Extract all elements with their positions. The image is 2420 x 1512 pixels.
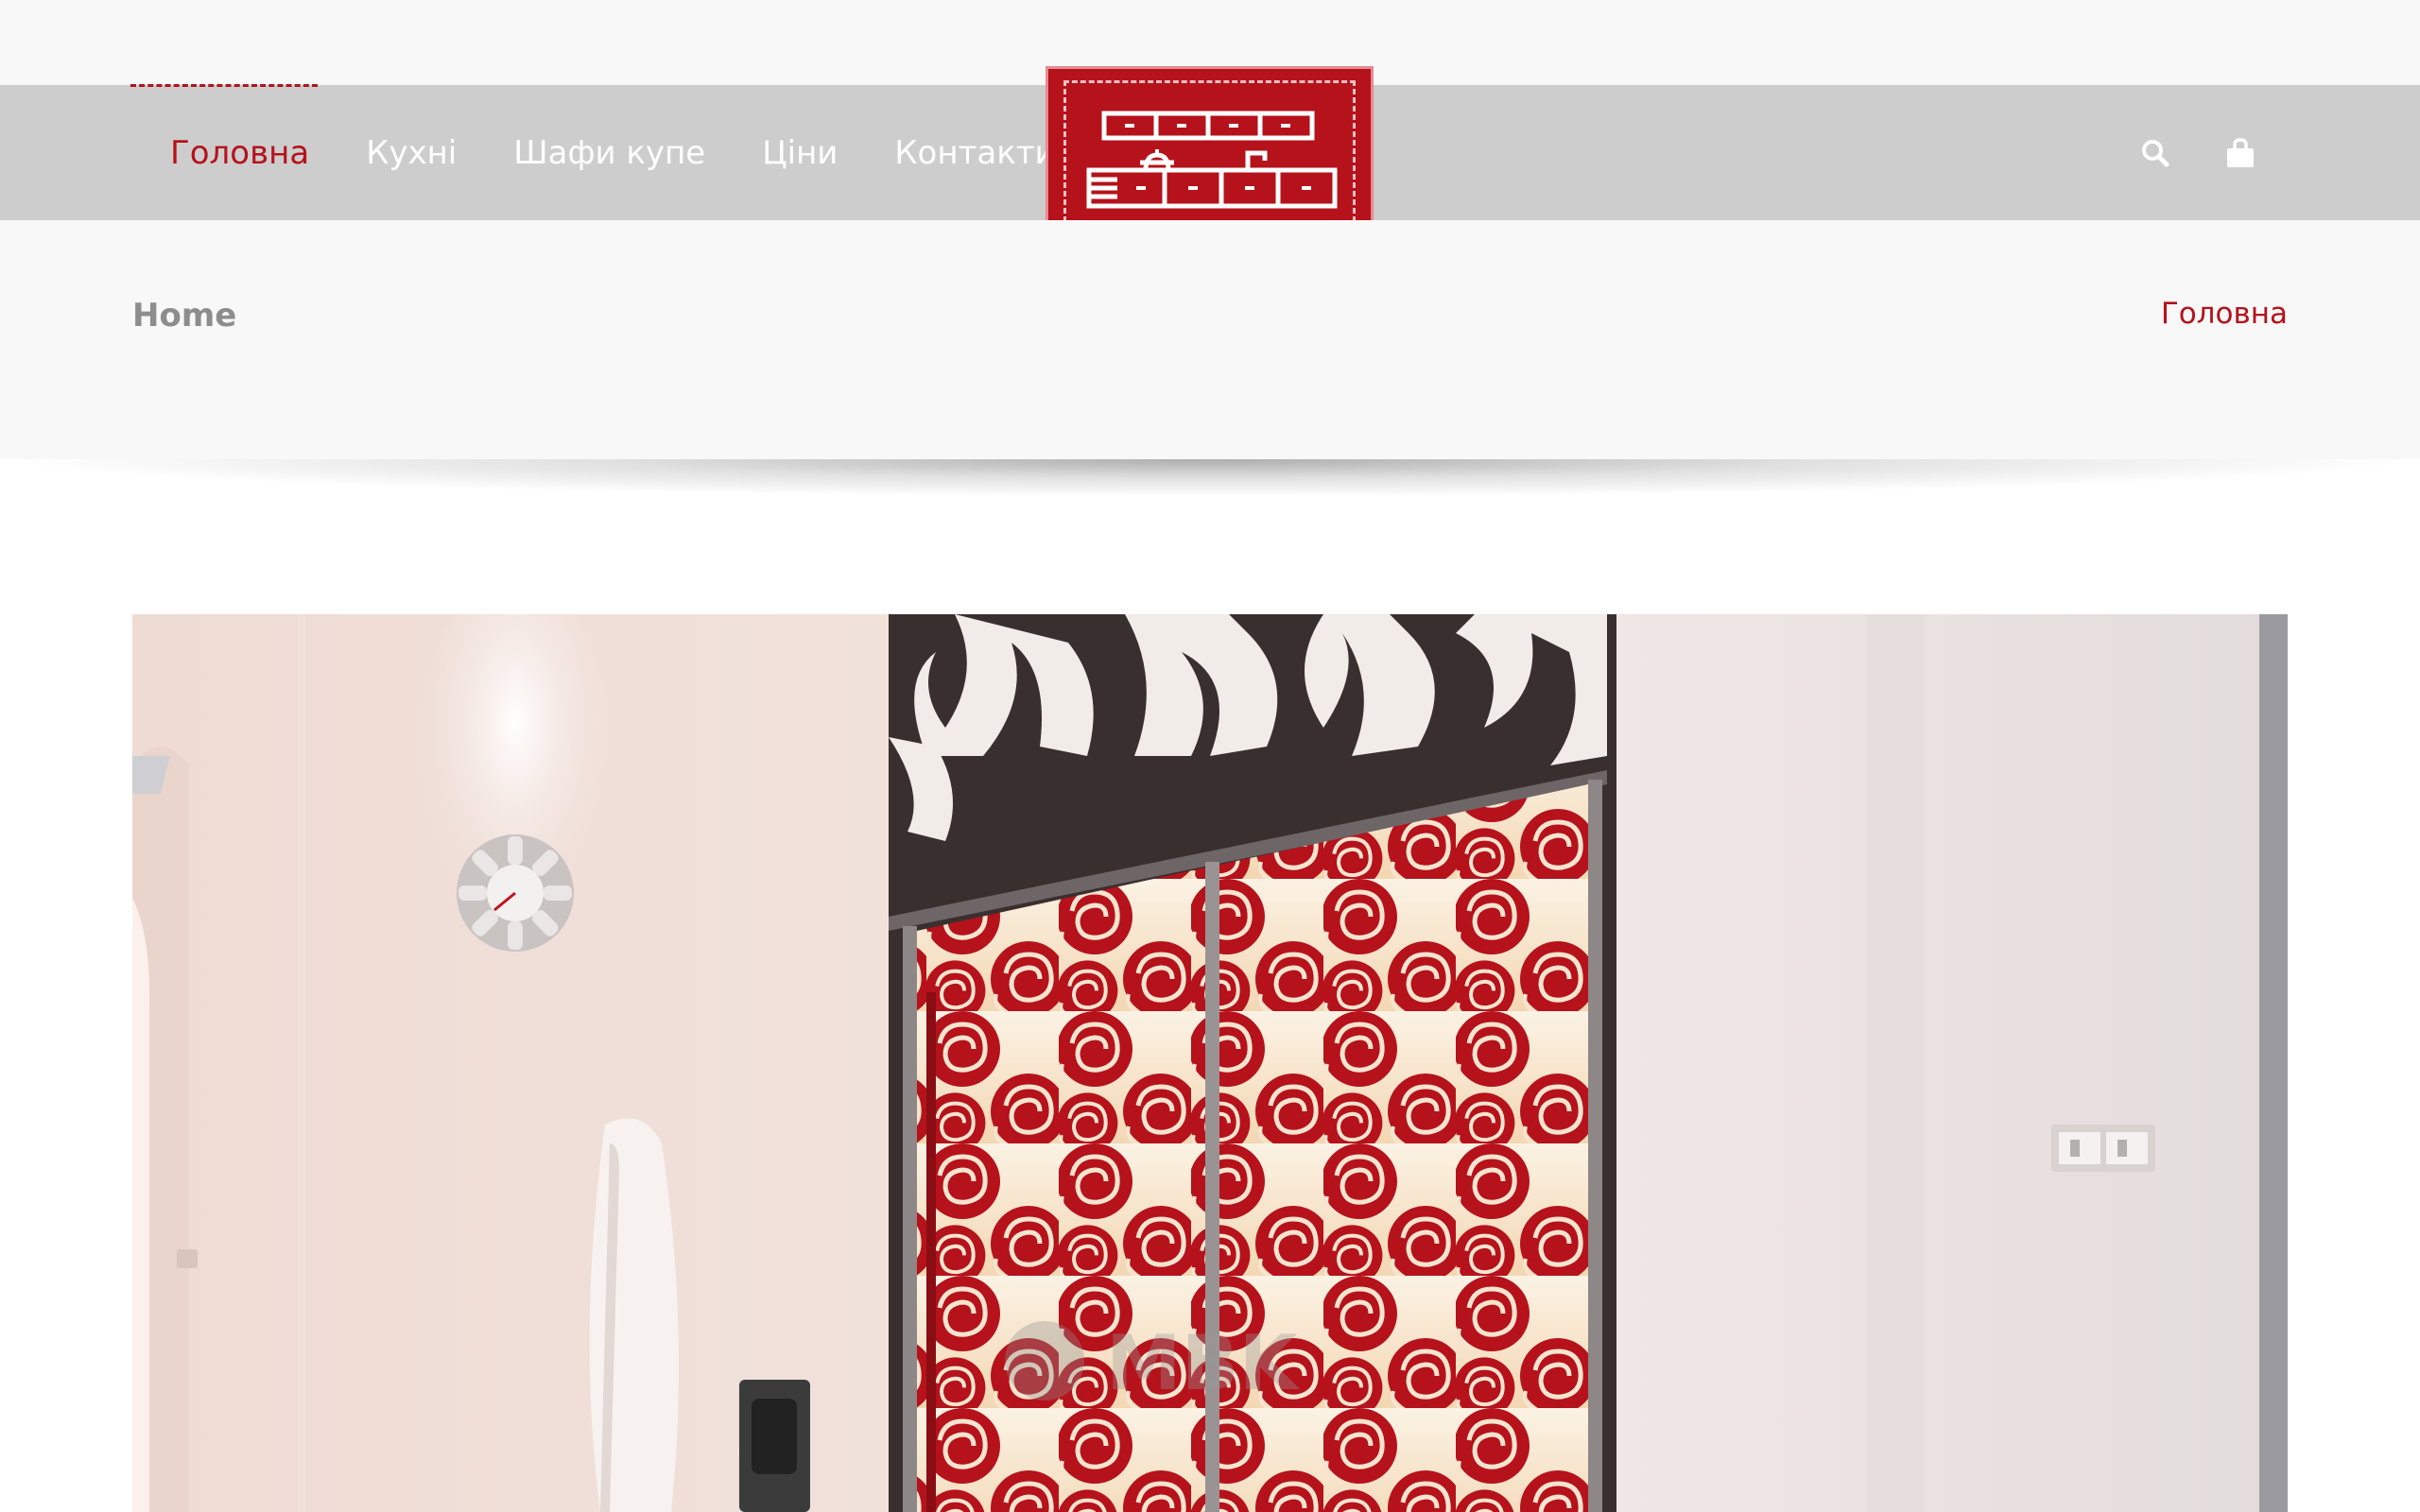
page-title: Home [132, 297, 237, 335]
menu-item-home[interactable]: Головна [142, 134, 337, 172]
search-icon[interactable] [2136, 134, 2174, 172]
site-logo[interactable] [1046, 66, 1374, 245]
breadcrumb-home[interactable]: Головна [2080, 297, 2288, 331]
wardrobe-photo: MBK [132, 614, 2288, 1512]
title-bar-shadow [0, 459, 2420, 497]
hero-image: MBK [132, 614, 2288, 1512]
page-title-bar [0, 220, 2420, 459]
menu-item-kitchens[interactable]: Кухні [337, 134, 485, 172]
watermark-text: MBK [1106, 1319, 1301, 1407]
shopping-bag-icon[interactable] [2221, 134, 2259, 172]
header-icons [2136, 85, 2259, 220]
main-menu: Головна Кухні Шафи купе Ціни Контакти [142, 85, 1084, 220]
kitchen-furniture-logo-icon [1086, 111, 1338, 209]
menu-item-wardrobes[interactable]: Шафи купе [485, 134, 734, 172]
menu-item-prices[interactable]: Ціни [734, 134, 866, 172]
